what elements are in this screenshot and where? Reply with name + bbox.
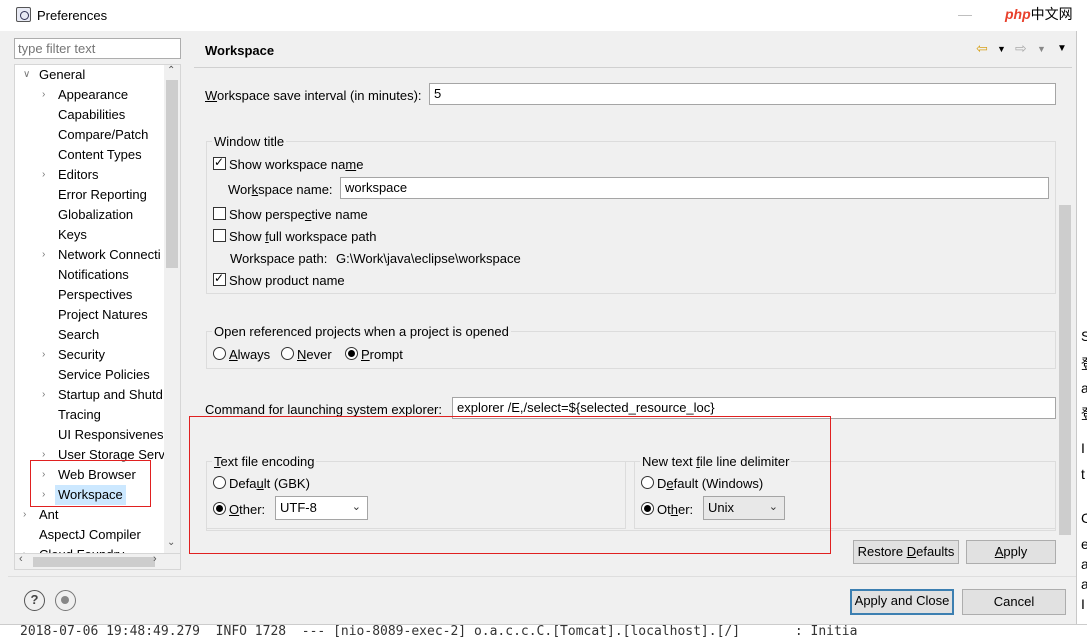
window-title-group-label: Window title — [212, 134, 287, 149]
tree-item-label: Tracing — [58, 407, 101, 422]
tree-item-label: Search — [58, 327, 100, 342]
background-console: 2018-07-06 19:48:49.279 INFO 1728 --- [n… — [0, 624, 1087, 638]
show-workspace-name-label: Show workspace name — [229, 157, 364, 172]
prompt-radio[interactable] — [345, 347, 358, 360]
chevron-right-icon[interactable]: › — [42, 165, 52, 185]
help-icon[interactable]: ? — [24, 590, 45, 611]
restore-defaults-button[interactable]: Restore Defaults — [853, 540, 959, 564]
background-char: a — [1081, 576, 1087, 592]
tree-item-label: Project Natures — [58, 307, 148, 322]
scroll-up-icon[interactable]: ⌃ — [167, 65, 175, 76]
chevron-right-icon[interactable]: › — [23, 505, 33, 525]
workspace-name-label: Workspace name: — [228, 182, 333, 197]
tree-item-label: Editors — [58, 167, 99, 182]
back-arrow-icon[interactable]: ⇦ — [976, 40, 988, 57]
prompt-label: Prompt — [361, 347, 403, 362]
scrollbar-thumb[interactable] — [1059, 205, 1071, 535]
window-title: Preferences — [37, 8, 108, 23]
open-referenced-group-label: Open referenced projects when a project … — [212, 324, 511, 339]
chevron-down-icon[interactable]: ∨ — [23, 65, 33, 85]
workspace-path-label: Workspace path: — [230, 251, 328, 266]
tree-item-label: Notifications — [58, 267, 129, 282]
background-char: I — [1081, 596, 1085, 612]
chevron-right-icon[interactable]: › — [42, 85, 52, 105]
save-interval-input[interactable]: 5 — [429, 83, 1056, 105]
tree-item-label: Keys — [58, 227, 87, 242]
never-label: Never — [297, 347, 332, 362]
background-char: 登 — [1081, 354, 1087, 374]
never-radio[interactable] — [281, 347, 294, 360]
title-separator — [194, 67, 1072, 68]
footer-separator — [8, 576, 1076, 577]
eclipse-app-icon — [16, 7, 31, 22]
tree-item-label: Perspectives — [58, 287, 133, 302]
minimize-button[interactable]: — — [958, 6, 972, 22]
workspace-name-input[interactable]: workspace — [340, 177, 1049, 199]
background-char: C — [1081, 510, 1087, 526]
forward-arrow-icon[interactable]: ⇨ — [1015, 40, 1027, 57]
tree-item-label: AspectJ Compiler — [39, 527, 141, 542]
tree-item-label: UI Responsiveness — [58, 427, 170, 442]
scroll-right-icon[interactable]: › — [153, 553, 157, 565]
cancel-button[interactable]: Cancel — [962, 589, 1066, 615]
background-char: a — [1081, 380, 1087, 396]
chevron-right-icon[interactable]: › — [23, 545, 33, 553]
chevron-right-icon[interactable]: › — [42, 385, 52, 405]
back-menu-chevron-icon[interactable]: ▼ — [997, 44, 1006, 54]
oomph-record-icon[interactable] — [55, 590, 76, 611]
always-radio[interactable] — [213, 347, 226, 360]
save-interval-label: Workspace save interval (in minutes): — [205, 88, 422, 103]
tree-item-label: Capabilities — [58, 107, 126, 122]
tree-item-label: Service Policies — [58, 367, 150, 382]
site-logo: php中文网 — [1005, 6, 1073, 22]
workspace-path-value: G:\Work\java\eclipse\workspace — [336, 251, 521, 266]
background-window-edge: S登a登ItCeaaI — [1076, 31, 1087, 638]
tree-item-label: General — [39, 67, 86, 82]
background-char: t — [1081, 466, 1085, 482]
show-product-name-label: Show product name — [229, 273, 345, 288]
page-title: Workspace — [205, 43, 275, 58]
always-label: Always — [229, 347, 271, 362]
highlight-box-tree — [30, 460, 151, 507]
title-bar: Preferences — php中文网 — [0, 0, 1087, 31]
apply-and-close-button[interactable]: Apply and Close — [850, 589, 954, 615]
scroll-left-icon[interactable]: ‹ — [19, 553, 23, 565]
show-perspective-name-label: Show perspective name — [229, 207, 368, 222]
highlight-box-encoding — [189, 416, 831, 554]
show-workspace-name-checkbox[interactable] — [213, 155, 226, 170]
view-menu-icon[interactable]: ▼ — [1057, 43, 1067, 54]
background-char: 登 — [1081, 404, 1087, 424]
tree-horizontal-scrollbar[interactable]: ‹ › — [14, 553, 181, 570]
apply-button[interactable]: Apply — [966, 540, 1056, 564]
background-char: S — [1081, 328, 1087, 344]
background-char: e — [1081, 536, 1087, 552]
tree-item-label: Content Types — [58, 147, 142, 162]
filter-input[interactable] — [14, 38, 181, 59]
tree-item-label: Network Connecti — [58, 247, 161, 262]
tree-item-label: Appearance — [58, 87, 129, 102]
page-vertical-scrollbar[interactable] — [1057, 70, 1073, 540]
forward-menu-chevron-icon[interactable]: ▼ — [1037, 44, 1046, 54]
background-char: I — [1081, 440, 1085, 456]
scroll-down-icon[interactable]: ⌄ — [167, 537, 175, 548]
tree-vertical-scrollbar[interactable]: ⌃ ⌄ — [164, 65, 180, 553]
tree-item-label: Ant — [39, 507, 59, 522]
show-full-path-label: Show full workspace path — [229, 229, 377, 244]
tree-item-label: Globalization — [58, 207, 134, 222]
tree-item-label: Startup and Shutd — [58, 387, 163, 402]
show-perspective-name-checkbox[interactable] — [213, 207, 226, 220]
show-product-name-checkbox[interactable] — [213, 271, 226, 286]
chevron-right-icon[interactable]: › — [42, 245, 52, 265]
explorer-command-label: Command for launching system explorer: — [205, 402, 442, 417]
tree-item-label: Compare/Patch — [58, 127, 149, 142]
tree-item-label: Security — [58, 347, 105, 362]
scrollbar-thumb[interactable] — [166, 80, 178, 268]
show-full-path-checkbox[interactable] — [213, 229, 226, 242]
background-char: a — [1081, 556, 1087, 572]
chevron-right-icon[interactable]: › — [42, 345, 52, 365]
scrollbar-thumb[interactable] — [33, 557, 155, 567]
tree-item-label: Error Reporting — [58, 187, 147, 202]
tree-item-label: Cloud Foundry — [39, 545, 124, 553]
